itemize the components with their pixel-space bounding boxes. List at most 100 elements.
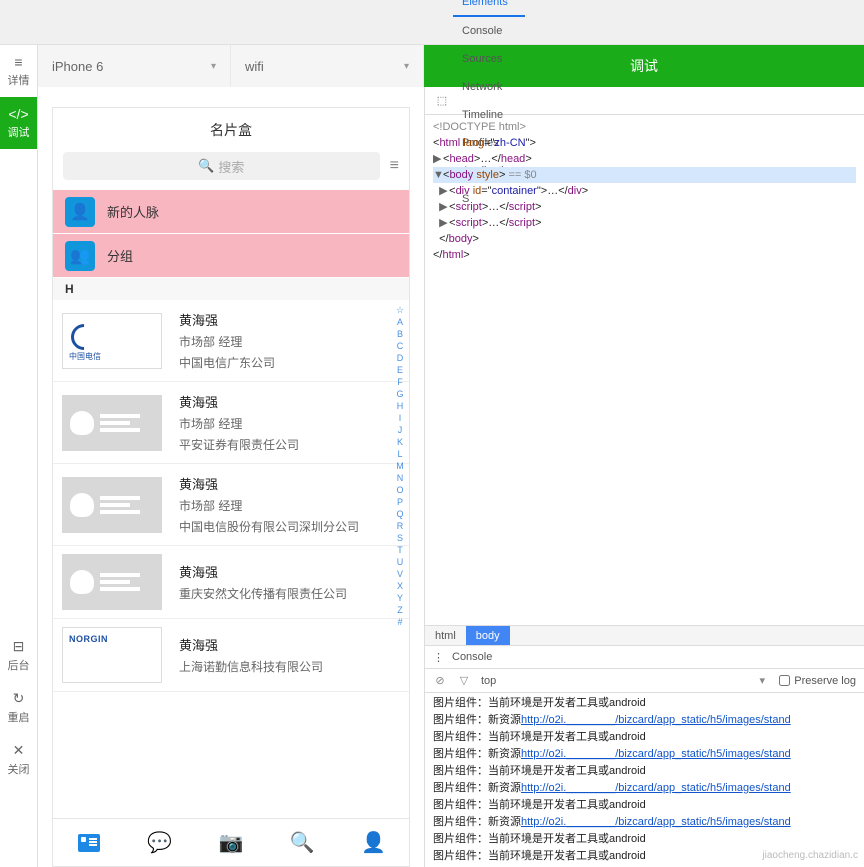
tab-cards[interactable]: [53, 819, 124, 866]
preserve-log-checkbox[interactable]: Preserve log: [779, 675, 856, 687]
console-output[interactable]: 图片组件：当前环境是开发者工具或android图片组件：新资源http://o2…: [425, 693, 864, 867]
context-dropdown[interactable]: top: [481, 675, 496, 687]
elements-panel[interactable]: <!DOCTYPE html> <html lang="zh-CN"> ▶<he…: [425, 115, 864, 625]
caret-icon: ▾: [404, 61, 409, 72]
az-letter[interactable]: S: [393, 532, 407, 544]
rail-debug-label: 调试: [8, 124, 30, 140]
contact-info: 黄海强重庆安然文化传播有限责任公司: [171, 546, 409, 618]
devtools-tab-elements[interactable]: Elements: [453, 0, 525, 17]
contact-thumb: [53, 300, 171, 381]
console-line: 图片组件：新资源http://o2i.________/bizcard/app_…: [433, 746, 856, 763]
searchbar: 🔍搜索 ≡: [53, 152, 409, 190]
az-letter[interactable]: O: [393, 484, 407, 496]
group-row[interactable]: 👥分组: [53, 234, 409, 278]
az-letter[interactable]: Y: [393, 592, 407, 604]
console-line: 图片组件：新资源http://o2i.________/bizcard/app_…: [433, 814, 856, 831]
card-icon: [78, 834, 100, 852]
breadcrumb: htmlbody: [425, 625, 864, 645]
rail-restart[interactable]: ↻ 重启: [0, 681, 37, 733]
contact-thumb: [53, 464, 171, 545]
az-letter[interactable]: B: [393, 328, 407, 340]
az-letter[interactable]: H: [393, 400, 407, 412]
rail-detail[interactable]: ≡详情: [0, 45, 37, 97]
az-letter[interactable]: D: [393, 352, 407, 364]
group-icon: 👥: [65, 241, 95, 271]
rail-backend[interactable]: ⊟后台: [0, 629, 37, 681]
contact-row[interactable]: 黄海强市场部 经理中国电信股份有限公司深圳分公司: [53, 464, 409, 546]
tab-camera[interactable]: 📷: [195, 819, 266, 866]
search-placeholder: 搜索: [218, 157, 244, 176]
tab-chat[interactable]: 💬: [124, 819, 195, 866]
search-icon: 🔍: [290, 830, 315, 855]
main: iPhone 6▾ wifi▾ 调试 名片盒 🔍搜索 ≡ 👤新的人脉 👥分组 H…: [38, 45, 864, 867]
az-letter[interactable]: G: [393, 388, 407, 400]
contact-info: 黄海强市场部 经理中国电信股份有限公司深圳分公司: [171, 464, 409, 545]
rail-debug[interactable]: </> 调试: [0, 97, 37, 149]
az-letter[interactable]: X: [393, 580, 407, 592]
az-letter[interactable]: L: [393, 448, 407, 460]
az-letter[interactable]: F: [393, 376, 407, 388]
contact-row[interactable]: 黄海强上海诺勤信息科技有限公司: [53, 619, 409, 692]
az-letter[interactable]: E: [393, 364, 407, 376]
az-letter[interactable]: Q: [393, 508, 407, 520]
contact-row[interactable]: 黄海强市场部 经理平安证券有限责任公司: [53, 382, 409, 464]
crumb-body[interactable]: body: [466, 626, 510, 645]
code-icon: </>: [8, 106, 28, 122]
crumb-html[interactable]: html: [425, 626, 466, 645]
close-icon: ✕: [13, 742, 25, 759]
az-letter[interactable]: ☆: [393, 304, 407, 316]
az-letter[interactable]: U: [393, 556, 407, 568]
network-dropdown[interactable]: wifi ▾: [231, 45, 424, 87]
search-input[interactable]: 🔍搜索: [63, 152, 380, 180]
contact-info: 黄海强上海诺勤信息科技有限公司: [171, 619, 409, 691]
az-letter[interactable]: #: [393, 616, 407, 628]
az-letter[interactable]: Z: [393, 604, 407, 616]
az-letter[interactable]: R: [393, 520, 407, 532]
console-filter-bar: ⊘ ▽ top ▾ Preserve log: [425, 669, 864, 693]
inspect-icon[interactable]: ⬚: [431, 94, 453, 107]
watermark: jiaocheng.chazidian.c: [762, 850, 858, 861]
az-letter[interactable]: A: [393, 316, 407, 328]
console-line: 图片组件：新资源http://o2i.________/bizcard/app_…: [433, 780, 856, 797]
az-letter[interactable]: V: [393, 568, 407, 580]
filter-icon[interactable]: ▽: [457, 674, 471, 687]
contact-thumb: [53, 546, 171, 618]
tabbar: 💬 📷 🔍 👤: [53, 818, 409, 866]
devtools-tabs: ⬚ ElementsConsoleSourcesNetworkTimelineP…: [425, 87, 864, 115]
devtools-tab-console[interactable]: Console: [453, 17, 525, 45]
az-letter[interactable]: M: [393, 460, 407, 472]
network-label: wifi: [245, 59, 264, 74]
az-letter[interactable]: T: [393, 544, 407, 556]
tab-search[interactable]: 🔍: [267, 819, 338, 866]
console-line: 图片组件：当前环境是开发者工具或android: [433, 729, 856, 746]
az-letter[interactable]: I: [393, 412, 407, 424]
az-letter[interactable]: C: [393, 340, 407, 352]
devtools-tab-network[interactable]: Network: [453, 73, 525, 101]
console-label: Console: [452, 651, 492, 663]
chat-icon: 💬: [147, 830, 172, 855]
preview-pane: 名片盒 🔍搜索 ≡ 👤新的人脉 👥分组 H 黄海强市场部 经理中国电信广东公司黄…: [38, 87, 424, 867]
az-letter[interactable]: K: [393, 436, 407, 448]
new-contact-row[interactable]: 👤新的人脉: [53, 190, 409, 234]
contact-row[interactable]: 黄海强市场部 经理中国电信广东公司: [53, 300, 409, 382]
rail-close[interactable]: ✕关闭: [0, 733, 37, 785]
alphabet-index[interactable]: ☆ABCDEFGHIJKLMNOPQRSTUVXYZ#: [393, 300, 407, 758]
az-letter[interactable]: N: [393, 472, 407, 484]
caret-icon: ▾: [211, 61, 216, 72]
restart-icon: ↻: [13, 690, 25, 707]
contact-row[interactable]: 黄海强重庆安然文化传播有限责任公司: [53, 546, 409, 619]
phone-frame: 名片盒 🔍搜索 ≡ 👤新的人脉 👥分组 H 黄海强市场部 经理中国电信广东公司黄…: [52, 107, 410, 867]
kebab-icon[interactable]: ⋮: [433, 651, 444, 664]
az-letter[interactable]: J: [393, 424, 407, 436]
caret-down-icon[interactable]: ▾: [755, 674, 769, 687]
split-icon: ⊟: [13, 638, 25, 655]
device-label: iPhone 6: [52, 59, 103, 74]
clear-icon[interactable]: ⊘: [433, 674, 447, 687]
hamburger-icon[interactable]: ≡: [390, 157, 399, 175]
contact-thumb: [53, 382, 171, 463]
devtools-tab-sources[interactable]: Sources: [453, 45, 525, 73]
tab-profile[interactable]: 👤: [338, 819, 409, 866]
az-letter[interactable]: P: [393, 496, 407, 508]
device-dropdown[interactable]: iPhone 6 ▾: [38, 45, 231, 87]
rail-restart-label: 重启: [8, 709, 30, 725]
